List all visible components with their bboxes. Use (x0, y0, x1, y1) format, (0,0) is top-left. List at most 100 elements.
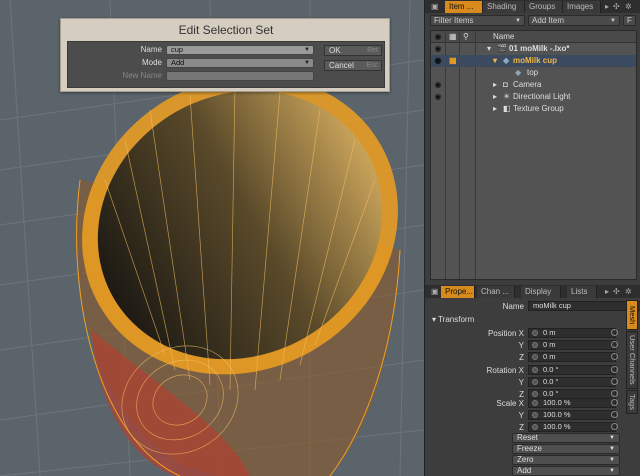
position-y-field[interactable]: 0 m (528, 340, 616, 350)
panel-menu-icon[interactable]: ▣ (431, 2, 439, 11)
freeze-button[interactable]: Freeze ▼ (512, 444, 620, 454)
add-item-label: Add Item (532, 16, 565, 25)
scale-y-row: Y 100.0 % (424, 410, 640, 421)
keyframe-toggle[interactable] (611, 399, 618, 406)
keyframe-toggle[interactable] (611, 329, 618, 336)
top-tab-bar: Item ... Shading Groups Images ▣ ▸ ✣ ✲ (425, 0, 640, 13)
keyframe-toggle[interactable] (611, 411, 618, 418)
chevron-down-icon: ▼ (609, 446, 615, 452)
position-z-field[interactable]: 0 m (528, 352, 616, 362)
new-name-field[interactable] (166, 71, 314, 81)
ok-button[interactable]: OK Ret (324, 45, 382, 56)
rotation-z-value: 0.0 ° (543, 389, 559, 398)
add-label: Add (517, 466, 532, 475)
tab-lists[interactable]: Lists (567, 286, 597, 298)
expand-icon[interactable]: ✣ (613, 287, 620, 296)
keyframe-toggle[interactable] (611, 353, 618, 360)
arrow-right-icon[interactable]: ▸ (605, 2, 609, 11)
scale-z-value: 100.0 % (543, 422, 571, 431)
scale-z-label: Z (519, 423, 524, 432)
rotation-y-field[interactable]: 0.0 ° (528, 377, 616, 387)
side-tab-mesh[interactable]: Mesh (626, 300, 638, 330)
position-z-label: Z (519, 353, 524, 362)
eye-icon[interactable]: ◉ (433, 79, 443, 91)
name-label: Name (502, 302, 524, 311)
keyframe-toggle[interactable] (611, 341, 618, 348)
render-icon[interactable]: ⚲ (463, 31, 469, 43)
cancel-button[interactable]: Cancel Esc (324, 60, 382, 71)
arrow-right-icon[interactable]: ▸ (605, 287, 609, 296)
rotation-y-value: 0.0 ° (543, 377, 559, 386)
edit-selection-set-dialog: Edit Selection Set Name cup ▼ Mode Add ▼… (60, 18, 390, 92)
filter-items-dropdown[interactable]: Filter Items ▼ (430, 15, 525, 26)
tab-shading[interactable]: Shading (483, 1, 525, 13)
rotation-x-row: Rotation X 0.0 ° (424, 365, 640, 376)
gear-icon[interactable]: ✲ (625, 2, 632, 11)
scale-x-label: Scale X (496, 399, 524, 408)
list-item[interactable]: ▸ ◧ Texture Group (431, 103, 636, 115)
rotation-x-field[interactable]: 0.0 ° (528, 365, 616, 375)
filter-items-label: Filter Items (434, 16, 474, 25)
scale-y-field[interactable]: 100.0 % (528, 410, 616, 420)
tab-items[interactable]: Item ... (445, 1, 483, 13)
light-icon: ☀ (503, 92, 511, 101)
arrow-right-icon[interactable]: ▸ (493, 91, 497, 103)
keyframe-toggle[interactable] (611, 366, 618, 373)
chevron-down-icon[interactable]: ▾ (487, 43, 491, 55)
add-button[interactable]: Add ▼ (512, 466, 620, 476)
mesh-icon: ◆ (503, 56, 510, 65)
side-tab-user-channels[interactable]: User Channels (626, 331, 638, 389)
keyframe-toggle[interactable] (611, 378, 618, 385)
name-dropdown[interactable]: cup ▼ (166, 45, 314, 55)
scale-z-field[interactable]: 100.0 % (528, 422, 616, 432)
tab-channels[interactable]: Chan ... (477, 286, 515, 298)
position-x-field[interactable]: 0 m (528, 328, 616, 338)
mode-label: Mode (141, 58, 162, 67)
cancel-label: Cancel (329, 61, 354, 70)
item-name-field[interactable]: moMilk cup (528, 301, 640, 311)
scale-x-field[interactable]: 100.0 % (528, 398, 616, 408)
eye-icon[interactable]: ◉ (433, 55, 443, 67)
arrow-right-icon[interactable]: ▸ (493, 103, 497, 115)
eye-icon[interactable]: ◉ (433, 43, 443, 55)
keyframe-toggle[interactable] (611, 423, 618, 430)
add-item-dropdown[interactable]: Add Item ▼ (528, 15, 620, 26)
reset-button[interactable]: Reset ▼ (512, 433, 620, 443)
transform-header[interactable]: ▾ Transform (432, 315, 474, 324)
arrow-right-icon[interactable]: ▸ (493, 79, 497, 91)
chevron-down-icon[interactable]: ▾ (493, 55, 497, 67)
eye-icon[interactable]: ◉ (433, 91, 443, 103)
channel-dots (611, 329, 619, 432)
list-item[interactable]: ◆ top (431, 67, 636, 79)
gear-icon[interactable]: ✲ (625, 287, 632, 296)
mode-dropdown[interactable]: Add ▼ (166, 58, 314, 68)
position-y-value: 0 m (543, 340, 556, 349)
keyframe-toggle[interactable] (611, 390, 618, 397)
position-x-label: Position X (487, 329, 524, 338)
position-z-row: Z 0 m (424, 352, 640, 363)
list-item[interactable]: ◉ ▸ ◘ Camera (431, 79, 636, 91)
f-button[interactable]: F (623, 15, 636, 26)
tab-display[interactable]: Display (521, 286, 561, 298)
expand-icon[interactable]: ✣ (613, 2, 620, 11)
ok-shortcut: Ret (367, 47, 378, 54)
tab-images[interactable]: Images (563, 1, 601, 13)
eye-icon[interactable]: ◉ (433, 31, 443, 43)
zero-button[interactable]: Zero ▼ (512, 455, 620, 465)
list-item[interactable]: ◉ ▾ 🎬 01 moMilk -.lxo* (431, 43, 636, 55)
scale-z-row: Z 100.0 % (424, 422, 640, 433)
tab-groups[interactable]: Groups (525, 1, 563, 13)
chevron-down-icon: ▼ (515, 18, 521, 24)
list-item[interactable]: ◉ ▸ ☀ Directional Light (431, 91, 636, 103)
name-value: cup (171, 45, 184, 54)
name-label: Name (140, 45, 162, 54)
item-list[interactable]: ◉ ▦ ⚲ Name ◉ ▾ 🎬 01 moMilk -.lxo* ◉ ▦ ▾ … (430, 30, 637, 280)
transform-label: Transform (438, 315, 475, 324)
scale-y-label: Y (518, 411, 524, 420)
side-tab-tags[interactable]: Tags (626, 390, 638, 414)
tab-properties[interactable]: Prope... (441, 286, 475, 298)
lock-icon[interactable]: ▦ (449, 31, 457, 43)
panel-menu-icon[interactable]: ▣ (431, 287, 439, 296)
list-item[interactable]: ◉ ▦ ▾ ◆ moMilk cup (431, 55, 636, 67)
cancel-shortcut: Esc (366, 62, 378, 69)
